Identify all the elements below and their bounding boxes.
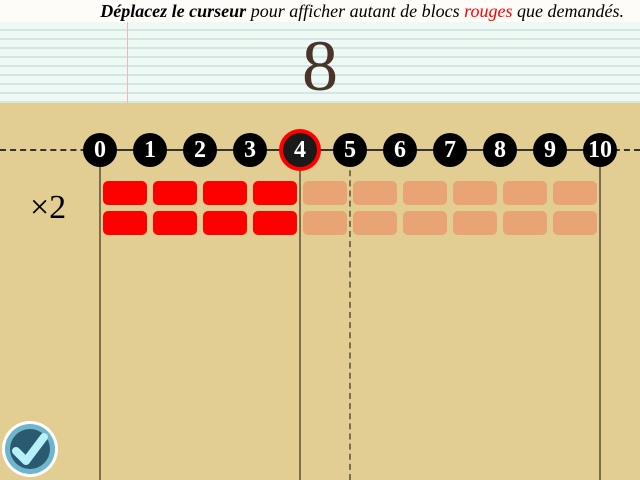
number-tick-9[interactable]: 9	[533, 133, 567, 167]
number-tick-3[interactable]: 3	[233, 133, 267, 167]
instruction-text: Déplacez le curseur pour afficher autant…	[0, 0, 640, 22]
number-tick-10[interactable]: 10	[583, 133, 617, 167]
red-block	[203, 181, 247, 205]
instruction-bold: Déplacez le curseur	[100, 1, 247, 21]
column-guide-line	[99, 150, 101, 480]
slider-handle[interactable]: 4	[283, 133, 317, 167]
instruction-part: pour afficher autant de blocs	[246, 1, 465, 21]
number-tick-2[interactable]: 2	[183, 133, 217, 167]
instruction-red-word: rouges	[464, 1, 513, 21]
inactive-block	[503, 211, 547, 235]
column-guide-line	[599, 150, 601, 480]
inactive-block	[303, 181, 347, 205]
inactive-block	[553, 181, 597, 205]
inactive-block	[403, 211, 447, 235]
number-tick-5[interactable]: 5	[333, 133, 367, 167]
red-block	[153, 211, 197, 235]
inactive-block	[503, 181, 547, 205]
submit-button[interactable]	[2, 421, 58, 477]
number-tick-7[interactable]: 7	[433, 133, 467, 167]
inactive-block	[403, 181, 447, 205]
multiplier-label: ×2	[30, 189, 67, 226]
number-tick-1[interactable]: 1	[133, 133, 167, 167]
column-guide-line	[299, 150, 301, 480]
red-block	[103, 211, 147, 235]
checkmark-icon	[12, 433, 48, 465]
red-block	[153, 181, 197, 205]
number-tick-0[interactable]: 0	[83, 133, 117, 167]
red-block	[103, 181, 147, 205]
red-block	[253, 181, 297, 205]
inactive-block	[353, 211, 397, 235]
column-guide-line	[349, 150, 351, 480]
target-number: 8	[302, 26, 338, 106]
number-tick-6[interactable]: 6	[383, 133, 417, 167]
instruction-part: que demandés.	[512, 1, 624, 21]
inactive-block	[303, 211, 347, 235]
inactive-block	[353, 181, 397, 205]
red-block	[203, 211, 247, 235]
inactive-block	[453, 211, 497, 235]
red-block	[253, 211, 297, 235]
inactive-block	[453, 181, 497, 205]
number-tick-8[interactable]: 8	[483, 133, 517, 167]
inactive-block	[553, 211, 597, 235]
